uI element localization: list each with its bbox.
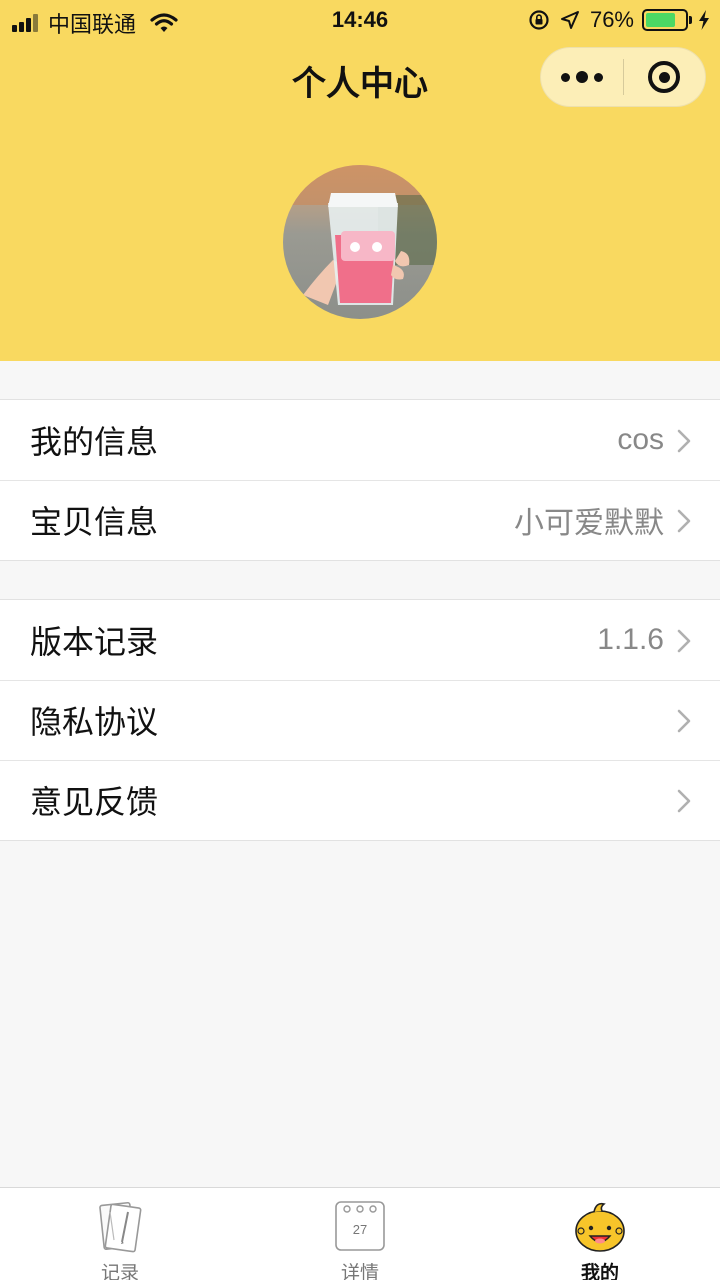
status-bar: 中国联通 14:46 76% — [0, 0, 720, 40]
tab-label: 记录 — [100, 1263, 139, 1280]
tab-label: 详情 — [340, 1263, 379, 1280]
tab-bar: 记录 27 详情 我的 — [0, 1187, 720, 1280]
battery-percent: 76% — [589, 7, 634, 32]
chevron-right-icon — [677, 509, 691, 533]
charging-bolt-icon — [699, 10, 709, 30]
location-arrow-icon — [560, 11, 579, 29]
more-button[interactable] — [541, 47, 623, 107]
tab-mine[interactable]: 我的 — [480, 1188, 720, 1280]
row-label: 版本记录 — [30, 624, 159, 660]
notebook-icon — [99, 1201, 142, 1253]
row-label: 隐私协议 — [30, 704, 159, 740]
row-value: cos — [617, 423, 664, 456]
tab-records[interactable]: 记录 — [0, 1188, 240, 1280]
chevron-right-icon — [677, 789, 691, 813]
avatar[interactable] — [283, 165, 437, 319]
baby-face-icon — [575, 1202, 625, 1252]
row-value: 1.1.6 — [597, 623, 664, 656]
chevron-right-icon — [677, 429, 691, 453]
settings-group-2: 版本记录 1.1.6 隐私协议 意见反馈 — [0, 599, 720, 841]
battery-icon — [642, 9, 692, 31]
row-label: 宝贝信息 — [30, 504, 159, 540]
mini-program-capsule — [540, 47, 706, 107]
row-label: 意见反馈 — [30, 784, 159, 820]
row-feedback[interactable]: 意见反馈 — [0, 760, 720, 840]
chevron-right-icon — [677, 709, 691, 733]
tab-label: 我的 — [580, 1263, 619, 1280]
battery-fill — [646, 13, 675, 27]
row-label: 我的信息 — [30, 424, 159, 460]
calendar-day: 27 — [353, 1222, 367, 1237]
row-baby-info[interactable]: 宝贝信息 小可爱默默 — [0, 480, 720, 560]
row-my-info[interactable]: 我的信息 cos — [0, 400, 720, 480]
more-dots-icon — [558, 71, 606, 83]
close-button[interactable] — [624, 47, 706, 107]
settings-group-1: 我的信息 cos 宝贝信息 小可爱默默 — [0, 399, 720, 561]
tab-details[interactable]: 27 详情 — [240, 1188, 480, 1280]
row-privacy-policy[interactable]: 隐私协议 — [0, 680, 720, 760]
header: 中国联通 14:46 76% 个人中心 — [0, 0, 720, 361]
calendar-icon: 27 — [335, 1201, 385, 1251]
chevron-right-icon — [677, 629, 691, 653]
target-close-icon — [648, 61, 681, 93]
row-version-history[interactable]: 版本记录 1.1.6 — [0, 600, 720, 680]
row-value: 小可爱默默 — [514, 507, 664, 540]
rotation-lock-icon — [529, 10, 549, 30]
avatar-photo — [283, 165, 437, 319]
